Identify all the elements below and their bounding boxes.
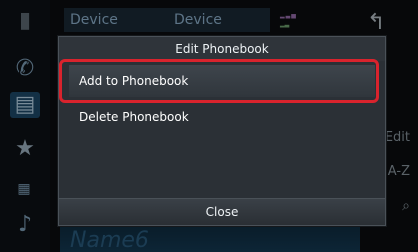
phone-screen: ▮ ✆ ▤ ★ ▦ ♪ Device name1 Device name2 ▂▃… (0, 0, 418, 252)
close-button[interactable]: Close (59, 199, 385, 225)
dialog-title: Edit Phonebook (59, 37, 385, 61)
edit-phonebook-dialog: Edit Phonebook Add to Phonebook Delete P… (58, 36, 386, 226)
delete-phonebook-button[interactable]: Delete Phonebook (69, 101, 375, 133)
highlight-annotation (59, 59, 379, 103)
dialog-footer: Close (59, 198, 385, 225)
